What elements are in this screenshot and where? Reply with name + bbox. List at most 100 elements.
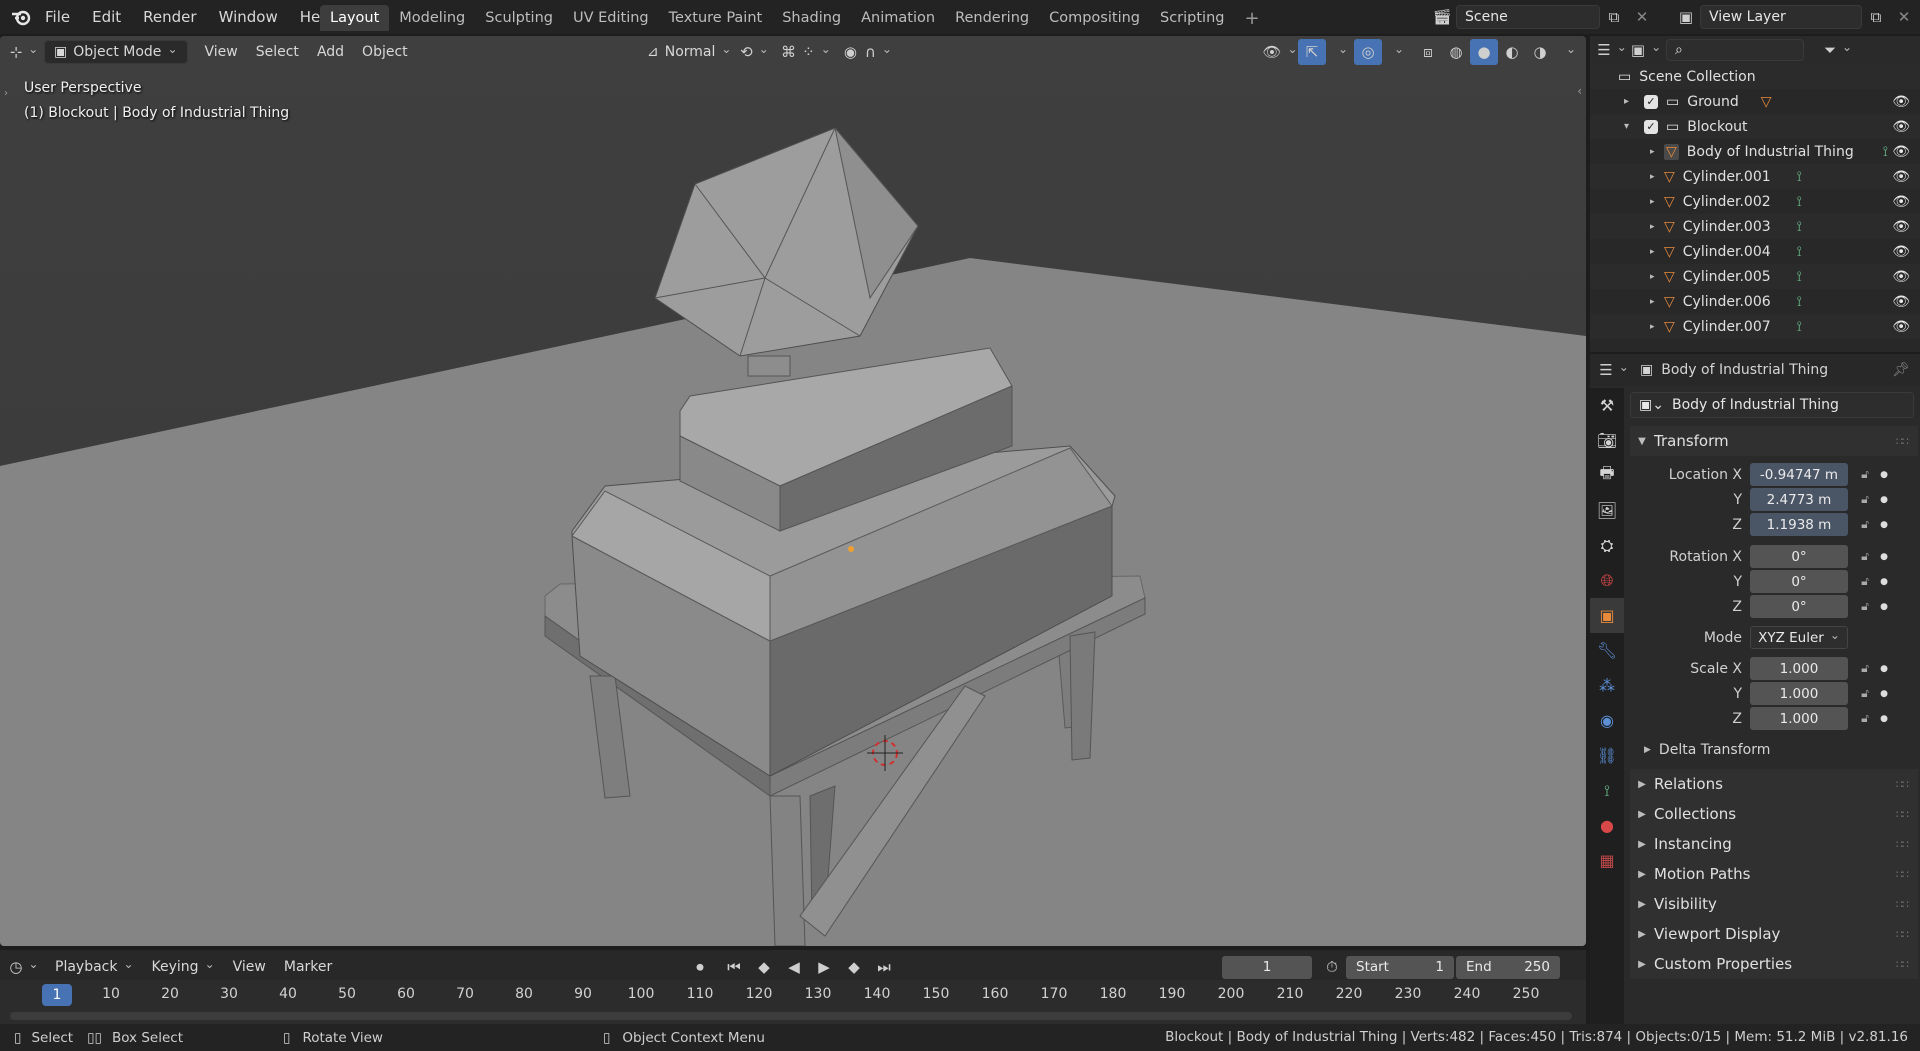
panel-motion-paths[interactable]: ▶ Motion Paths ∷∷ [1630,859,1918,889]
new-view-layer-icon[interactable]: ⧉ [1862,4,1890,30]
wireframe-shading-icon[interactable]: ◍ [1442,39,1470,65]
world-tab-icon[interactable]: 🌐︎ [1590,563,1624,598]
prev-keyframe-icon[interactable]: ◆ [750,954,778,980]
delete-view-layer-icon[interactable]: ✕ [1890,4,1918,30]
drag-handle-icon[interactable]: ∷∷ [1896,928,1909,941]
collapse-arrow-icon[interactable]: ▾ [1624,121,1644,132]
expand-arrow-icon[interactable]: ▸ [1650,147,1664,157]
lock-icon[interactable]: 🔓︎ [1854,599,1876,614]
scene-name-field[interactable]: Scene [1456,5,1600,29]
new-scene-icon[interactable]: ⧉ [1600,4,1628,30]
menu-playback[interactable]: Playback [46,954,143,980]
rotation-mode-dropdown[interactable]: XYZ Euler [1750,626,1848,649]
end-frame-field[interactable]: End 250 [1456,955,1560,979]
keyframe-dot-icon[interactable]: ● [1876,602,1892,612]
solid-shading-icon[interactable]: ● [1470,39,1498,65]
overlay-toggle-icon[interactable]: ◎ [1354,39,1382,65]
eye-icon[interactable]: 👁︎ [1892,194,1910,210]
sidebar-expand-icon[interactable]: ‹ [1577,84,1582,98]
tab-layout[interactable]: Layout [320,5,390,31]
keyframe-dot-icon[interactable]: ● [1876,470,1892,480]
drag-handle-icon[interactable]: ∷∷ [1896,778,1909,791]
display-mode-icon[interactable]: ▣ [1631,37,1660,63]
keyframe-dot-icon[interactable]: ● [1876,664,1892,674]
keyframe-dot-icon[interactable]: ● [1876,577,1892,587]
lock-icon[interactable]: 🔓︎ [1854,661,1876,676]
scale-y-field[interactable]: 1.000 [1750,682,1848,705]
outliner-object[interactable]: ▸ ▽ Body of Industrial Thing ⟟ 👁︎ [1590,139,1920,164]
overlay-options-icon[interactable] [1382,39,1410,65]
drag-handle-icon[interactable]: ∷∷ [1896,958,1909,971]
current-frame-field[interactable]: 1 [1222,955,1312,979]
current-frame-indicator[interactable]: 1 [42,984,72,1006]
drag-handle-icon[interactable]: ∷∷ [1896,808,1909,821]
tab-rendering[interactable]: Rendering [945,5,1039,31]
snap-toggle-icon[interactable]: ⌘ [774,39,802,65]
expand-arrow-icon[interactable]: ▸ [1624,96,1644,107]
eye-icon[interactable]: 👁︎ [1892,219,1910,235]
panel-relations[interactable]: ▶ Relations ∷∷ [1630,769,1918,799]
menu-view[interactable]: View [196,39,247,65]
keyframe-dot-icon[interactable]: ● [1876,714,1892,724]
tab-compositing[interactable]: Compositing [1039,5,1150,31]
xray-toggle-icon[interactable]: ⧈ [1414,39,1442,65]
view-layer-browse-icon[interactable]: ▣ [1672,4,1700,30]
lock-icon[interactable]: 🔓︎ [1854,467,1876,482]
tab-sculpting[interactable]: Sculpting [475,5,563,31]
constraints-tab-icon[interactable]: ⛓︎ [1590,738,1624,773]
rotation-x-field[interactable]: 0° [1750,545,1848,568]
blender-logo-icon[interactable] [10,6,32,28]
outliner-search-input[interactable]: ⌕ [1666,39,1804,61]
view-layer-tab-icon[interactable]: 🖼︎ [1590,493,1624,528]
drag-handle-icon[interactable]: ∷∷ [1896,898,1909,911]
lock-icon[interactable]: 🔓︎ [1854,574,1876,589]
outliner-object[interactable]: ▸ ▽ Cylinder.005 ⟟ 👁︎ [1590,264,1920,289]
scale-z-field[interactable]: 1.000 [1750,707,1848,730]
properties-editor-type-icon[interactable]: ☰ [1599,357,1628,383]
tab-texture-paint[interactable]: Texture Paint [659,5,773,31]
location-z-field[interactable]: 1.1938 m [1750,513,1848,536]
scene-browse-icon[interactable]: 🎬︎ [1428,4,1456,30]
object-browse-icon[interactable]: ▣⌄ [1639,397,1664,413]
record-icon[interactable]: ⏺ [686,954,714,980]
eye-icon[interactable]: 👁︎ [1892,269,1910,285]
tab-modeling[interactable]: Modeling [389,5,475,31]
expand-arrow-icon[interactable]: ▸ [1650,172,1664,182]
menu-file[interactable]: File [34,4,81,30]
panel-visibility[interactable]: ▶ Visibility ∷∷ [1630,889,1918,919]
menu-select[interactable]: Select [247,39,308,65]
modifier-tab-icon[interactable]: 🔧︎ [1590,633,1624,668]
pivot-point-icon[interactable]: ⟲ [740,39,768,65]
menu-object[interactable]: Object [353,39,417,65]
panel-instancing[interactable]: ▶ Instancing ∷∷ [1630,829,1918,859]
outliner-editor-type-icon[interactable]: ☰ [1597,37,1626,63]
eye-icon[interactable]: 👁︎ [1892,144,1910,160]
drag-handle-icon[interactable]: ∷∷ [1896,838,1909,851]
menu-render[interactable]: Render [132,4,207,30]
exclude-checkbox[interactable]: ✓ [1644,94,1658,109]
exclude-checkbox[interactable]: ✓ [1644,119,1658,134]
object-tab-icon[interactable]: ▣ [1590,598,1624,633]
next-keyframe-icon[interactable]: ◆ [840,954,868,980]
eye-icon[interactable]: 👁︎ [1892,244,1910,260]
editor-type-icon[interactable]: ⊹ [10,39,38,65]
scale-x-field[interactable]: 1.000 [1750,657,1848,680]
keyframe-dot-icon[interactable]: ● [1876,689,1892,699]
keyframe-dot-icon[interactable]: ● [1876,552,1892,562]
panel-viewport-display[interactable]: ▶ Viewport Display ∷∷ [1630,919,1918,949]
eye-icon[interactable]: 👁︎ [1892,294,1910,310]
timeline-editor-type-icon[interactable]: ◷ [9,954,38,980]
keyframe-dot-icon[interactable]: ● [1876,520,1892,530]
gizmo-options-icon[interactable] [1326,39,1354,65]
render-tab-icon[interactable]: 📷︎ [1590,423,1624,458]
falloff-icon[interactable]: ∩ [864,39,892,65]
shading-options-icon[interactable] [1554,39,1582,65]
rendered-shading-icon[interactable]: ◑ [1526,39,1554,65]
output-tab-icon[interactable]: 🖶︎ [1590,458,1624,493]
panel-custom-properties[interactable]: ▶ Custom Properties ∷∷ [1630,949,1918,979]
location-x-field[interactable]: -0.94747 m [1750,463,1848,486]
jump-start-icon[interactable]: ⏮ [720,954,748,980]
particles-tab-icon[interactable]: ⁂ [1590,668,1624,703]
play-reverse-icon[interactable]: ◀ [780,954,808,980]
eye-icon[interactable]: 👁︎ [1892,319,1910,335]
